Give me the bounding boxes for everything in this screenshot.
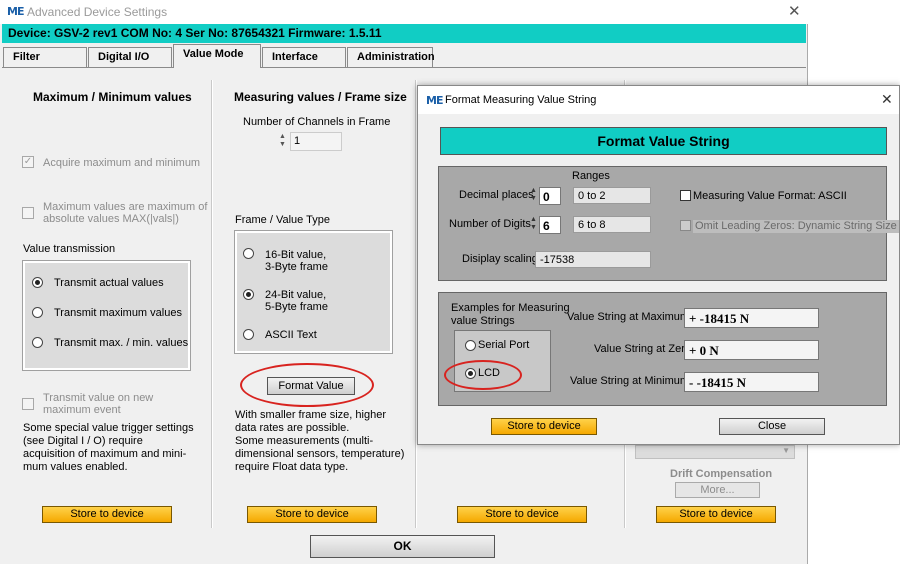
absolute-values-checkbox[interactable] (22, 207, 34, 219)
measuring-store-button[interactable]: Store to device (247, 506, 377, 523)
transmit-actual-radio[interactable] (32, 277, 43, 288)
frame-24bit-label-2: 5-Byte frame (265, 301, 328, 313)
close-icon[interactable]: ✕ (788, 2, 801, 20)
number-of-digits-input[interactable]: 6 (539, 216, 561, 234)
measuring-note-2: data rates are possible. (235, 422, 350, 434)
channels-spinner-icon[interactable]: ▲ ▼ (279, 133, 289, 151)
dialog-store-button[interactable]: Store to device (491, 418, 597, 435)
transmit-actual-label: Transmit actual values (54, 277, 164, 289)
acquire-max-min-checkbox[interactable]: ✓ (22, 156, 34, 168)
app-logo-icon: ME (426, 94, 443, 107)
display-scaling-label: Disiplay scaling (462, 253, 538, 265)
frame-24bit-radio[interactable] (243, 289, 254, 300)
serial-port-label: Serial Port (478, 339, 530, 351)
decimal-places-input[interactable]: 0 (539, 187, 561, 205)
maxmin-note-1: Some special value trigger settings (23, 422, 194, 434)
digits-spinner-icon[interactable]: ▲ ▼ (530, 216, 539, 234)
ranges-label: Ranges (572, 170, 610, 182)
transmit-max-min-label: Transmit max. / min. values (54, 337, 189, 349)
dialog-header: Format Value String (440, 127, 887, 155)
value-at-zero-field: + 0 N (684, 340, 819, 360)
column-separator (211, 80, 213, 528)
examples-label-2: value Strings (451, 315, 515, 327)
decimal-range-field: 0 to 2 (573, 187, 651, 204)
dialog-title-bar: ME Format Measuring Value String ✕ (418, 86, 899, 114)
ascii-format-checkbox[interactable] (680, 190, 691, 201)
new-max-event-checkbox[interactable] (22, 398, 34, 410)
frame-ascii-radio[interactable] (243, 329, 254, 340)
display-scaling-field[interactable]: -17538 (535, 251, 651, 268)
omit-zeros-label: Omit Leading Zeros: Dynamic String Size (693, 220, 899, 233)
channels-label: Number of Channels in Frame (243, 116, 391, 128)
chevron-down-icon: ▼ (782, 446, 790, 455)
value-at-maximum-label: Value String at Maximum (567, 311, 690, 323)
measuring-note-1: With smaller frame size, higher (235, 409, 386, 421)
measuring-note-3: Some measurements (multi- (235, 435, 374, 447)
col3-store-button[interactable]: Store to device (457, 506, 587, 523)
value-at-minimum-field: - -18415 N (684, 372, 819, 392)
examples-label-1: Examples for Measuring (451, 302, 570, 314)
highlight-ellipse (444, 360, 522, 390)
title-bar: ME Advanced Device Settings ✕ (0, 0, 808, 24)
window-title: Advanced Device Settings (27, 5, 168, 19)
tab-filter[interactable]: Filter (3, 47, 87, 67)
format-value-dialog: ME Format Measuring Value String ✕ Forma… (417, 85, 900, 445)
measuring-note-5: require Float data type. (235, 461, 349, 473)
value-at-minimum-label: Value String at Minimum (570, 375, 690, 387)
digits-range-field: 6 to 8 (573, 216, 651, 233)
measuring-heading: Measuring values / Frame size (234, 90, 407, 104)
value-at-maximum-field: + -18415 N (684, 308, 819, 328)
dialog-title: Format Measuring Value String (445, 94, 597, 106)
tab-value-mode[interactable]: Value Mode (173, 44, 261, 68)
serial-port-radio[interactable] (465, 340, 476, 351)
device-info-bar: Device: GSV-2 rev1 COM No: 4 Ser No: 876… (2, 24, 806, 43)
transmit-max-min-radio[interactable] (32, 337, 43, 348)
number-of-digits-label: Number of Digits (449, 218, 531, 230)
drift-compensation-label: Drift Compensation (670, 468, 773, 480)
new-max-event-label-2: maximum event (43, 404, 121, 416)
col4-store-button[interactable]: Store to device (656, 506, 776, 523)
dialog-close-button[interactable]: Close (719, 418, 825, 435)
drift-more-button[interactable]: More... (675, 482, 760, 498)
tab-divider (2, 67, 806, 68)
app-logo-icon: ME (7, 5, 24, 18)
frame-ascii-label: ASCII Text (265, 329, 317, 341)
absolute-values-label-2: absolute values MAX(|vals|) (43, 213, 179, 225)
decimal-spinner-icon[interactable]: ▲ ▼ (530, 187, 539, 205)
maxmin-note-3: acquisition of maximum and mini- (23, 448, 187, 460)
measuring-note-4: dimensional sensors, temperature) (235, 448, 405, 460)
acquire-max-min-label: Acquire maximum and minimum (43, 157, 201, 169)
transmit-maximum-radio[interactable] (32, 307, 43, 318)
maxmin-note-2: (see Digital I / O) require (23, 435, 143, 447)
format-value-button[interactable]: Format Value (267, 377, 355, 395)
transmit-maximum-label: Transmit maximum values (54, 307, 182, 319)
tab-administration[interactable]: Administration (347, 47, 435, 67)
decimal-places-label: Decimal places (459, 189, 534, 201)
value-at-zero-label: Value String at Zero (594, 343, 692, 355)
value-transmission-label: Value transmission (23, 243, 116, 255)
tab-digital-io[interactable]: Digital I/O (88, 47, 172, 67)
channels-input[interactable]: 1 (290, 132, 342, 151)
frame-16bit-radio[interactable] (243, 248, 254, 259)
ok-button[interactable]: OK (310, 535, 495, 558)
frame-16bit-label-2: 3-Byte frame (265, 261, 328, 273)
maxmin-store-button[interactable]: Store to device (42, 506, 172, 523)
frame-type-label: Frame / Value Type (235, 214, 330, 226)
maxmin-heading: Maximum / Minimum values (33, 90, 192, 104)
ascii-format-label: Measuring Value Format: ASCII (693, 190, 847, 202)
omit-zeros-checkbox[interactable] (680, 220, 691, 231)
maxmin-note-4: mum values enabled. (23, 461, 128, 473)
col4-dropdown[interactable]: ▼ (635, 445, 795, 459)
tab-interface[interactable]: Interface (262, 47, 346, 67)
close-icon[interactable]: ✕ (881, 91, 893, 108)
